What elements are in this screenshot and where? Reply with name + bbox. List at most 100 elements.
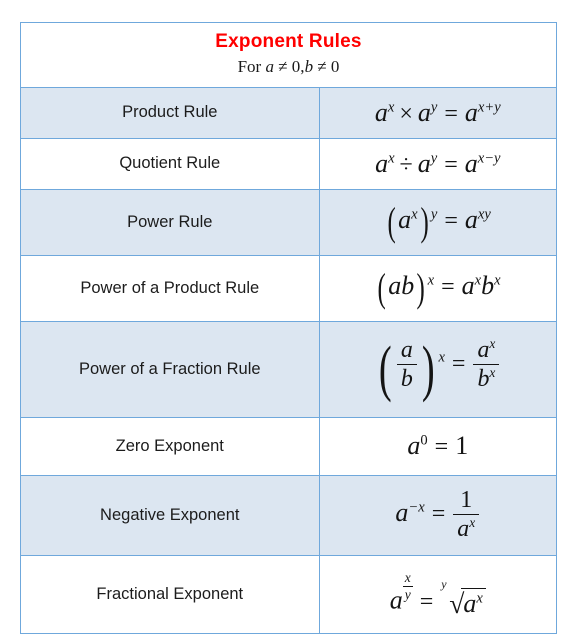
page-title: Exponent Rules: [215, 31, 362, 52]
base-a: a: [395, 498, 409, 528]
left-paren: (: [387, 199, 396, 245]
rule-label: Power of a Fraction Rule: [20, 320, 320, 418]
outer-exponent: y: [430, 206, 438, 223]
radicand: ax: [461, 587, 486, 618]
numerator-a: a: [396, 338, 417, 366]
equals-sign: =: [431, 501, 446, 528]
base-a: a: [388, 271, 402, 301]
exponent-x: x: [388, 150, 395, 167]
rule-label: Product Rule: [20, 86, 320, 139]
subtitle-var-a: a: [265, 56, 274, 76]
table-row: Quotient Rule ax ÷ ay = ax−y: [20, 137, 558, 190]
table-row: Power of a Product Rule (ab) x = axbx: [20, 254, 558, 322]
base-a: a: [389, 585, 403, 615]
rule-formula: (ab)x=axbx: [318, 254, 558, 322]
base-a-2: a: [417, 148, 431, 178]
formula-power-of-fraction: (a b) x = ax bx: [375, 335, 500, 404]
subtitle-cond-2: ≠ 0: [313, 56, 340, 76]
radicand-base: a: [463, 588, 477, 618]
result-numerator-base: a: [477, 337, 490, 364]
operator-times: ×: [399, 100, 413, 127]
table-row: Product Rule ax × ay = ax+y: [20, 86, 558, 139]
left-paren: (: [377, 265, 386, 311]
result-one: 1: [455, 431, 469, 461]
rule-formula: ax × ay = ax+y: [318, 86, 558, 139]
denominator-b: b: [400, 366, 413, 393]
base-a: a: [374, 97, 388, 127]
formula-product-rule: ax × ay = ax+y: [374, 97, 501, 127]
exponent-x: x: [387, 99, 395, 116]
equals-sign: =: [434, 434, 449, 461]
radicand-exponent: x: [476, 590, 483, 607]
fraction-a-over-b: ab: [396, 338, 417, 393]
outer-exponent: x: [427, 272, 435, 289]
inner-exponent: x: [411, 206, 418, 223]
equals-sign: =: [451, 351, 466, 378]
table-row: Power of a Fraction Rule (a b) x = ax bx: [20, 320, 558, 418]
base-a: a: [375, 148, 389, 178]
equals-sign: =: [444, 100, 458, 127]
denominator-group: bx: [473, 365, 499, 392]
equals-sign: =: [444, 151, 458, 178]
exponent-rules-table: Exponent Rules For a ≠ 0,b ≠ 0 Product R…: [20, 22, 558, 634]
right-paren: ): [420, 199, 429, 245]
numerator-one: 1: [453, 488, 480, 516]
exponent-zero: 0: [420, 432, 428, 449]
equals-sign: =: [441, 274, 455, 301]
radical-expression: y √ax: [441, 578, 486, 618]
exponent-rules-page: Exponent Rules For a ≠ 0,b ≠ 0 Product R…: [0, 0, 577, 634]
exponent-denominator: y: [404, 587, 411, 602]
formula-quotient-rule: ax ÷ ay = ax−y: [375, 148, 500, 178]
exponent-y: y: [430, 99, 438, 116]
exponent-y: y: [430, 150, 438, 167]
rule-label: Zero Exponent: [20, 416, 320, 476]
denominator-exponent: x: [469, 515, 476, 531]
operator-divide: ÷: [399, 151, 413, 178]
rule-formula: a−x = 1 ax: [318, 474, 558, 556]
result-base-b: b: [481, 271, 495, 301]
table-row: Fractional Exponent a x y = y √ax: [20, 554, 558, 634]
equals-sign: =: [444, 208, 458, 235]
left-paren: (: [379, 335, 392, 404]
table-header-row: Exponent Rules For a ≠ 0,b ≠ 0: [20, 22, 557, 88]
right-paren: ): [421, 335, 435, 404]
denominator-group: ax: [453, 515, 479, 542]
base-a: a: [398, 205, 412, 235]
exponent-fraction: xy: [402, 570, 413, 602]
formula-power-of-product: (ab) x = axbx: [375, 268, 501, 308]
equals-sign: =: [419, 588, 434, 615]
rule-label: Power of a Product Rule: [20, 254, 320, 322]
result-denominator-exponent: x: [489, 365, 496, 381]
formula-negative-exponent: a−x = 1 ax: [395, 488, 480, 542]
exponent-negative-x: −x: [408, 499, 425, 516]
radical-index: y: [441, 576, 447, 591]
page-subtitle: For a ≠ 0,b ≠ 0: [21, 56, 556, 78]
base-a: a: [407, 431, 421, 461]
result-base: a: [464, 97, 478, 127]
rule-formula: (ab)x=axbx: [318, 320, 558, 418]
rule-label: Quotient Rule: [20, 137, 320, 190]
table-row: Negative Exponent a−x = 1 ax: [20, 474, 558, 556]
outer-exponent: x: [438, 349, 445, 366]
exponent-numerator: x: [402, 570, 413, 587]
rule-label: Power Rule: [20, 188, 320, 256]
base-b: b: [401, 271, 415, 301]
result-base: a: [464, 205, 478, 235]
subtitle-prefix: For: [237, 56, 266, 76]
header-cell: Exponent Rules For a ≠ 0,b ≠ 0: [20, 22, 557, 88]
result-base-a: a: [461, 271, 475, 301]
result-exponent: x+y: [477, 99, 501, 116]
rule-formula: (ax) y = axy: [318, 188, 558, 256]
rule-formula: a x y = y √ax: [318, 554, 558, 634]
right-paren: ): [416, 265, 426, 311]
rule-formula: a0 = 1: [318, 416, 558, 476]
result-denominator-base: b: [477, 366, 490, 393]
subtitle-var-b: b: [304, 56, 314, 76]
formula-zero-exponent: a0 = 1: [407, 431, 469, 461]
denominator-base: a: [457, 516, 470, 543]
table-row: Power Rule (ax) y = axy: [20, 188, 558, 256]
result-base: a: [464, 148, 478, 178]
formula-fractional-exponent: a x y = y √ax: [390, 571, 486, 617]
rule-formula: ax ÷ ay = ax−y: [318, 137, 558, 190]
table-row: Zero Exponent a0 = 1: [20, 416, 558, 476]
